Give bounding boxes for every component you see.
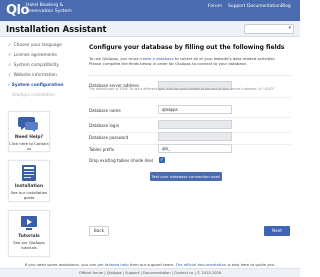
- card-subtitle: See our installation guide: [10, 190, 48, 200]
- field-separator: [89, 117, 291, 118]
- form-title: Configure your database by filling out t…: [89, 44, 285, 51]
- database-login-input[interactable]: [158, 120, 232, 129]
- help-text: If you need some assistance, you can: [24, 262, 97, 267]
- divider: [89, 75, 291, 76]
- installation-guide-card[interactable]: Installation See our installation guide: [8, 160, 50, 202]
- next-button[interactable]: Next: [264, 226, 290, 236]
- top-header: Qlo Hotel Booking & Reservation System F…: [0, 0, 300, 21]
- title-bar: Installation Assistant ▾: [0, 21, 300, 37]
- card-title: Installation: [14, 184, 44, 189]
- nav-forum-link[interactable]: Forum: [208, 4, 222, 9]
- tailored-help-link[interactable]: get tailored help: [97, 262, 128, 267]
- step-label: License agreements: [13, 53, 57, 58]
- tables-prefix-input[interactable]: qlo_: [158, 144, 232, 153]
- page-title: Installation Assistant: [6, 24, 107, 34]
- back-button[interactable]: Back: [89, 226, 109, 236]
- database-name-label: Database name: [89, 108, 121, 113]
- field-separator: [89, 97, 291, 98]
- check-icon: ✓: [8, 73, 12, 78]
- database-login-label: Database login: [89, 123, 120, 128]
- qloapps-logo[interactable]: Qlo: [6, 2, 29, 19]
- check-icon: ✓: [8, 63, 12, 68]
- step-system-configuration: › System configuration: [8, 83, 64, 88]
- check-icon: ✓: [8, 53, 12, 58]
- step-choose-language: ✓ Choose your language: [8, 43, 62, 48]
- arrow-right-icon: ›: [8, 83, 10, 88]
- step-compatibility: ✓ System compatibility: [8, 63, 59, 68]
- step-label: Website information: [13, 73, 57, 78]
- card-subtitle: See our QloApps tutorials: [13, 240, 45, 250]
- tables-prefix-label: Tables prefix: [89, 147, 115, 152]
- assistance-text: If you need some assistance, you can get…: [0, 262, 300, 267]
- drop-tables-label: Drop existing tables (mode dev): [89, 158, 154, 163]
- need-help-card[interactable]: Need Help? Click here to Contact us: [8, 111, 50, 152]
- step-website-info: ✓ Website information: [8, 73, 57, 78]
- drop-tables-checkbox[interactable]: ✓: [159, 157, 165, 163]
- brand-name: Hotel Booking & Reservation System: [26, 3, 72, 15]
- card-title: Tutorials: [18, 234, 40, 239]
- book-icon: [22, 165, 36, 181]
- brand-line-2: Reservation System: [26, 9, 72, 14]
- intro-text: Please complete the fields below in orde…: [89, 61, 248, 66]
- language-select[interactable]: ▾: [244, 24, 294, 34]
- check-icon: ✓: [8, 43, 12, 48]
- step-label: Choose your language: [13, 43, 62, 48]
- nav-documentation-link[interactable]: Documentation: [247, 4, 281, 9]
- card-subtitle: Click here to Contact us: [9, 141, 49, 151]
- chevron-down-icon: ▾: [288, 25, 291, 31]
- step-label: System configuration: [11, 83, 64, 88]
- step-license: ✓ License agreements: [8, 53, 57, 58]
- server-address-hint: The default port is 3306. To use a diffe…: [89, 87, 276, 91]
- database-name-input[interactable]: qloapps: [158, 105, 232, 114]
- step-installation: QloApps installation: [12, 93, 55, 98]
- help-text: from our support team.: [129, 262, 175, 267]
- nav-support-link[interactable]: Support: [228, 4, 245, 9]
- database-password-input[interactable]: [158, 132, 232, 141]
- form-intro: To use QloApps, you must create a databa…: [89, 56, 289, 66]
- video-tutorials-icon: [21, 216, 37, 230]
- card-title: Need Help?: [14, 135, 44, 140]
- test-connection-button[interactable]: Test your database connection now!: [150, 172, 222, 181]
- footer-bar[interactable]: Official forum | QloApps | Support | Doc…: [0, 268, 300, 277]
- database-password-label: Database password: [89, 135, 129, 140]
- nav-blog-link[interactable]: Blog: [281, 4, 291, 9]
- tutorials-card[interactable]: Tutorials See our QloApps tutorials: [8, 210, 50, 257]
- help-text: is also here to guide you.: [227, 262, 276, 267]
- step-label: System compatibility: [13, 63, 59, 68]
- chat-bubble-icon: [18, 117, 38, 132]
- documentation-link[interactable]: The official documentation: [175, 262, 226, 267]
